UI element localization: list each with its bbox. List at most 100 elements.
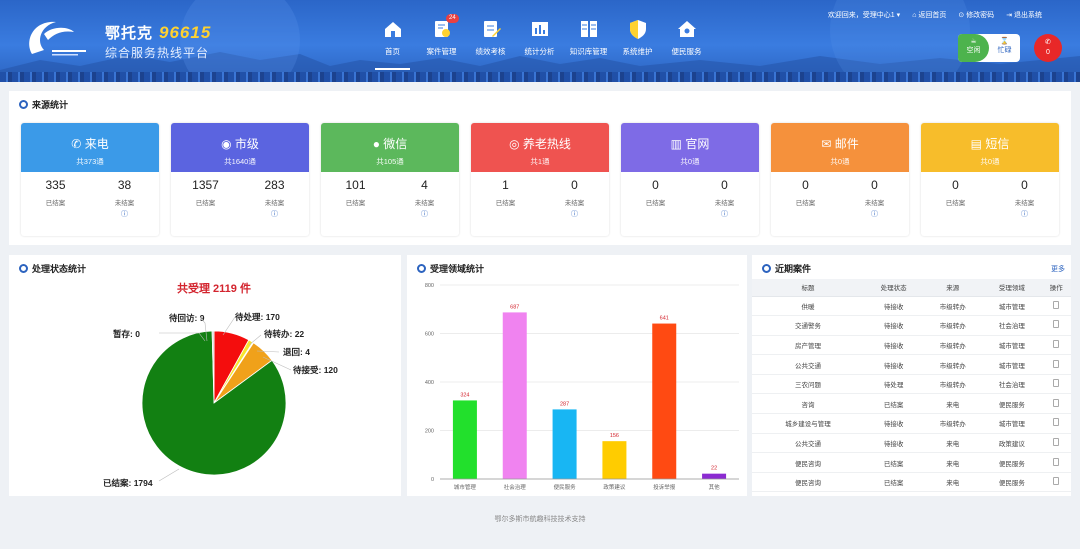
source-card-total: 共1通 [530,157,550,166]
status-pie-chart: 共受理 2119 件 待回访: 9 暂存: 0 待处理: 170 待转办: 22… [103,281,338,488]
table-row[interactable]: 便民咨询 已结案 来电 便民服务 [752,452,1071,473]
bar-5[interactable] [702,473,727,479]
link-home[interactable]: ⌂ 返回首页 [912,10,946,20]
table-row[interactable]: 交通警务 待接收 市级转办 社会治理 [752,315,1071,336]
bar-3[interactable] [602,441,627,479]
nav-item-4[interactable]: 知识库管理 [564,16,613,66]
source-card-5[interactable]: ✉ 邮件 共0通 0 已结案 0 未结案 ⓘ [771,123,909,236]
source-card-numbers: 0 已结案 0 未结案 ⓘ [621,172,759,219]
info-icon[interactable]: ⓘ [845,209,905,219]
case-action[interactable] [1041,374,1071,395]
case-title[interactable]: 供暖 [752,296,864,317]
source-card-head: ◉ 市级 共1640通 [171,123,309,172]
source-stats-panel: 来源统计 ✆ 来电 共373通 335 已结案 38 未结案 ⓘ ◉ 市级 共1… [9,91,1071,245]
source-card-0[interactable]: ✆ 来电 共373通 335 已结案 38 未结案 ⓘ [21,123,159,236]
nav-item-0[interactable]: 首页 [368,16,417,70]
bar-1[interactable] [502,312,527,479]
document-icon[interactable] [1053,477,1060,486]
case-action[interactable] [1041,433,1071,454]
table-row[interactable]: 便民咨询 已结案 来电 便民服务 [752,472,1071,493]
bar-4[interactable] [652,323,677,479]
document-icon[interactable] [1053,300,1060,309]
table-header-row: 标题 处理状态 来源 受理领域 操作 [752,279,1071,297]
status-busy-button[interactable]: ⌛ 忙碌 [989,34,1020,62]
source-card-3[interactable]: ◎ 养老热线 共1通 1 已结案 0 未结案 ⓘ [471,123,609,236]
case-title[interactable]: 便民咨询 [752,452,864,473]
case-action[interactable] [1041,452,1071,473]
case-action[interactable] [1041,354,1071,375]
info-icon[interactable]: ⓘ [245,209,305,219]
source-card-head: ✉ 邮件 共0通 [771,123,909,172]
source-card-6[interactable]: ▤ 短信 共0通 0 已结案 0 未结案 ⓘ [921,123,1059,236]
case-title[interactable]: 便民咨询 [752,472,864,493]
source-card-numbers: 335 已结案 38 未结案 ⓘ [21,172,159,219]
nav-item-1[interactable]: 24 案件管理 [417,14,466,66]
document-icon[interactable] [1053,320,1060,329]
document-icon[interactable] [1053,398,1060,407]
handled-count: 1 已结案 [495,178,516,207]
welcome-text: 欢迎回来，受理中心1 ▾ [827,12,901,19]
source-card-head: ◎ 养老热线 共1通 [471,123,609,172]
col-status: 处理状态 [864,279,924,297]
table-row[interactable]: 供暖 待接收 市级转办 城市管理 [752,296,1071,317]
bar-0[interactable] [452,400,477,479]
more-cases-link[interactable]: 更多 [1051,264,1065,274]
case-title[interactable]: 房产管理 [752,335,864,356]
x-tick-label: 其他 [709,483,721,491]
nav-item-3[interactable]: 统计分析 [515,16,564,66]
handled-count: 101 已结案 [345,178,366,207]
source-card-1[interactable]: ◉ 市级 共1640通 1357 已结案 283 未结案 ⓘ [171,123,309,236]
case-title[interactable]: 公共交通 [752,433,864,454]
table-row[interactable]: 咨询 已结案 来电 便民服务 [752,393,1071,415]
case-title[interactable]: 交通警务 [752,315,864,336]
info-icon[interactable]: ⓘ [395,209,455,219]
source-card-4[interactable]: ▥ 官网 共0通 0 已结案 0 未结案 ⓘ [621,123,759,236]
document-icon[interactable] [1053,418,1060,427]
source-card-total: 共0通 [680,157,700,166]
hangup-button[interactable]: ✆ 0 [1034,34,1062,62]
document-icon[interactable] [1053,339,1060,348]
nav-badge: 24 [446,14,459,23]
case-action[interactable] [1041,315,1071,336]
nav-item-5[interactable]: 系统维护 [613,16,662,66]
source-card-head: ▥ 官网 共0通 [621,123,759,172]
nav-label: 案件管理 [426,47,457,56]
nav-label: 统计分析 [524,47,555,56]
info-icon[interactable]: ⓘ [995,209,1055,219]
case-field: 社会治理 [982,315,1042,336]
document-icon[interactable] [1053,437,1060,446]
document-icon[interactable] [1053,379,1060,388]
case-action[interactable] [1041,472,1071,493]
case-action[interactable] [1041,335,1071,356]
info-icon[interactable]: ⓘ [95,209,155,219]
document-icon[interactable] [1053,359,1060,368]
case-title[interactable]: 城乡建设与管理 [752,413,864,434]
source-card-2[interactable]: ● 微信 共105通 101 已结案 4 未结案 ⓘ [321,123,459,236]
table-row[interactable]: 三农问题 待处理 市级转办 社会治理 [752,374,1071,395]
link-change-password[interactable]: ⊙ 修改密码 [958,10,994,20]
status-free-button[interactable]: ☕ 空闲 [958,34,989,62]
info-icon[interactable]: ⓘ [695,209,755,219]
source-card-head: ✆ 来电 共373通 [21,123,159,172]
nav-label: 知识库管理 [569,47,608,56]
case-action[interactable] [1041,296,1071,317]
globe-icon: ◉ [221,137,232,151]
bar-2[interactable] [552,409,577,479]
case-source: 来电 [923,393,983,415]
document-icon[interactable] [1053,457,1060,466]
table-row[interactable]: 公共交通 待接收 来电 政策建议 [752,433,1071,454]
label-temp: 暂存: 0 [113,329,140,339]
source-card-name: ◉ 市级 [221,137,259,151]
nav-item-6[interactable]: 便民服务 [662,16,711,66]
table-row[interactable]: 房产管理 待接收 市级转办 城市管理 [752,335,1071,356]
case-action[interactable] [1041,393,1071,415]
case-action[interactable] [1041,413,1071,434]
nav-item-2[interactable]: 绩效考核 [466,16,515,66]
case-title[interactable]: 公共交通 [752,354,864,375]
table-row[interactable]: 城乡建设与管理 待接收 市级转办 城市管理 [752,413,1071,434]
table-row[interactable]: 公共交通 待接收 市级转办 城市管理 [752,354,1071,375]
case-title[interactable]: 三农问题 [752,374,864,395]
link-logout[interactable]: ⇥ 退出系统 [1006,10,1042,20]
info-icon[interactable]: ⓘ [545,209,605,219]
case-title[interactable]: 咨询 [752,393,864,415]
